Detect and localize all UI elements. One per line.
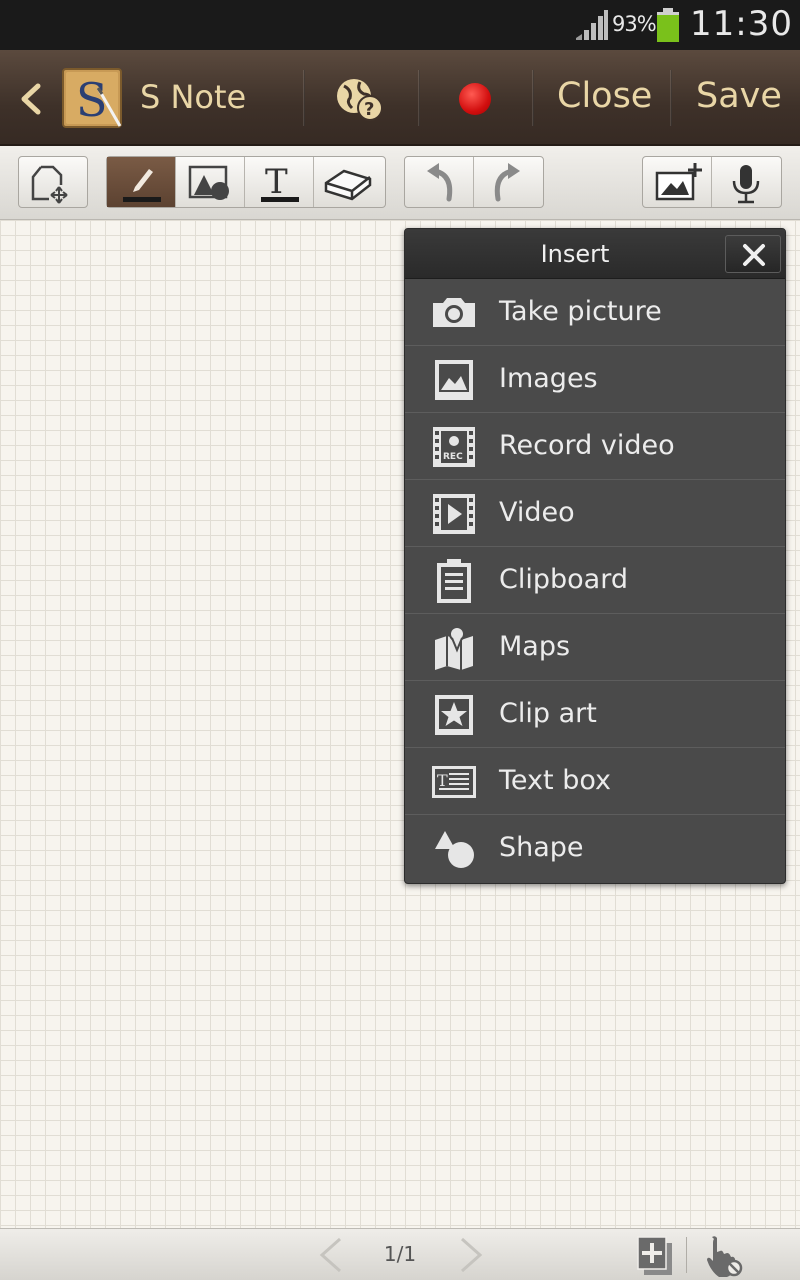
menu-item-label: Video — [499, 497, 575, 528]
add-page-icon[interactable] — [634, 1233, 674, 1277]
toolbar: T — [0, 146, 800, 220]
draw-tool-group: T — [106, 156, 386, 208]
record-icon — [459, 83, 491, 115]
text-button[interactable]: T — [245, 157, 314, 207]
microphone-icon — [732, 165, 760, 204]
popup-title: Insert — [540, 240, 610, 268]
map-icon — [435, 626, 473, 670]
menu-item-label: Maps — [499, 631, 571, 662]
insert-menu-list: Take picture Images REC Record video Vid… — [405, 279, 785, 882]
save-button[interactable]: Save — [696, 76, 782, 116]
action-bar: S S Note ? Close Save — [0, 50, 800, 146]
history-tool-group — [404, 156, 544, 208]
signal-icon — [576, 10, 608, 40]
shape-icon — [188, 165, 229, 200]
redo-icon — [494, 163, 520, 202]
action-divider — [532, 70, 534, 126]
redo-button[interactable] — [474, 157, 543, 207]
pen-icon — [123, 169, 161, 202]
globe-help-icon[interactable]: ? — [330, 72, 390, 126]
menu-item-label: Clipboard — [499, 564, 628, 595]
insert-popup: Insert Take picture Images REC Record vi… — [404, 228, 786, 884]
action-divider — [303, 70, 305, 126]
close-button[interactable]: Close — [557, 76, 652, 116]
app-title: S Note — [140, 78, 247, 116]
bottom-divider — [686, 1237, 687, 1273]
page-tool-group — [18, 156, 88, 208]
menu-item-shape[interactable]: Shape — [405, 815, 785, 882]
menu-item-label: Text box — [499, 765, 611, 796]
insert-image-icon — [655, 163, 702, 201]
record-video-icon: REC — [433, 427, 475, 467]
prev-page-icon[interactable] — [312, 1235, 352, 1275]
popup-close-button[interactable] — [725, 235, 781, 273]
menu-item-clip-art[interactable]: Clip art — [405, 681, 785, 748]
menu-item-take-picture[interactable]: Take picture — [405, 279, 785, 346]
menu-item-text-box[interactable]: T Text box — [405, 748, 785, 815]
clip-art-icon — [435, 695, 473, 735]
page-move-icon — [31, 165, 68, 204]
svg-text:S: S — [76, 73, 108, 127]
text-icon: T — [261, 162, 299, 202]
menu-item-record-video[interactable]: REC Record video — [405, 413, 785, 480]
video-icon — [433, 494, 475, 534]
record-button[interactable] — [444, 70, 504, 128]
popup-header: Insert — [405, 229, 785, 279]
menu-item-label: Record video — [499, 430, 675, 461]
text-box-icon: T — [432, 766, 476, 798]
image-icon — [435, 360, 473, 400]
insert-tool-group — [642, 156, 782, 208]
menu-item-maps[interactable]: Maps — [405, 614, 785, 681]
menu-item-label: Take picture — [499, 296, 662, 327]
pen-button[interactable] — [107, 157, 176, 207]
eraser-button[interactable] — [314, 157, 383, 207]
menu-item-video[interactable]: Video — [405, 480, 785, 547]
shape-icon — [435, 831, 474, 868]
s-note-app-icon[interactable]: S — [62, 68, 124, 130]
svg-text:T: T — [265, 162, 288, 202]
menu-item-label: Images — [499, 363, 598, 394]
eraser-icon — [324, 169, 372, 201]
menu-item-label: Shape — [499, 832, 584, 863]
menu-item-images[interactable]: Images — [405, 346, 785, 413]
shape-button[interactable] — [176, 157, 245, 207]
battery-icon — [657, 8, 679, 42]
back-chevron-icon[interactable] — [10, 74, 50, 124]
svg-text:T: T — [437, 771, 448, 790]
action-divider — [670, 70, 672, 126]
svg-text:REC: REC — [443, 452, 463, 462]
close-icon — [743, 244, 765, 266]
camera-icon — [433, 298, 475, 327]
next-page-icon[interactable] — [450, 1235, 490, 1275]
menu-item-clipboard[interactable]: Clipboard — [405, 547, 785, 614]
svg-text:?: ? — [364, 99, 374, 120]
insert-image-button[interactable] — [643, 157, 712, 207]
bottom-bar: 1/1 — [0, 1228, 800, 1280]
undo-button[interactable] — [405, 157, 474, 207]
status-bar: 93% 11:30 — [0, 0, 800, 50]
voice-button[interactable] — [712, 157, 781, 207]
undo-icon — [427, 163, 453, 202]
page-move-button[interactable] — [19, 157, 87, 207]
battery-percent: 93% — [612, 12, 657, 36]
clipboard-icon — [437, 559, 471, 603]
action-divider — [418, 70, 420, 126]
hand-mode-icon[interactable] — [700, 1233, 744, 1277]
menu-item-label: Clip art — [499, 698, 597, 729]
status-clock: 11:30 — [690, 4, 793, 44]
page-indicator: 1/1 — [383, 1242, 417, 1266]
